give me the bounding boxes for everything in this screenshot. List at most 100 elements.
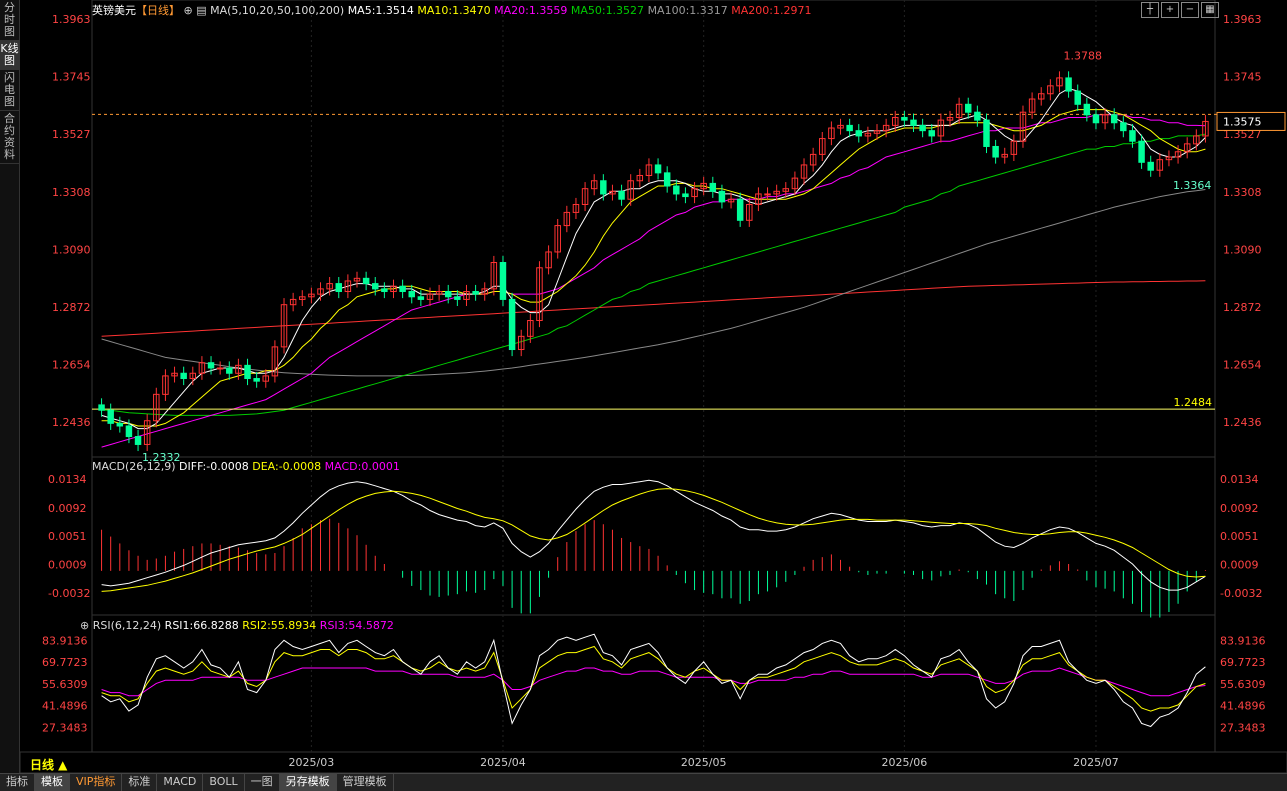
candle-body	[983, 119, 990, 147]
support-hline-label: 1.2484	[1174, 396, 1213, 409]
candle-body	[974, 111, 981, 121]
candle-body	[381, 288, 388, 293]
ma5-value: MA5:1.3514	[347, 4, 414, 17]
candle-body	[1074, 90, 1081, 105]
indicator-icon[interactable]: ▤	[196, 4, 206, 17]
ma10-value: MA10:1.3470	[417, 4, 491, 17]
date-label: 2025/03	[289, 756, 335, 769]
price-tick-left: 1.3090	[52, 243, 91, 256]
macd-tick-right: 0.0051	[1220, 530, 1259, 543]
ma200-line	[101, 280, 1206, 337]
rsi-tick-left: 27.3483	[42, 721, 88, 734]
macd-panel-header: MACD(26,12,9) DIFF:-0.0008 DEA:-0.0008 M…	[92, 460, 400, 473]
candle-body	[472, 291, 479, 295]
bottom-item-macd[interactable]: MACD	[157, 774, 204, 791]
ma20-value: MA20:1.3559	[494, 4, 568, 17]
rsi-tick-left: 55.6309	[42, 678, 88, 691]
price-tick-right: 1.2654	[1223, 358, 1262, 371]
bottom-item-standard[interactable]: 标准	[122, 774, 158, 791]
macd-hist-value: MACD:0.0001	[324, 460, 400, 473]
high-price-annotation: 1.3788	[1063, 49, 1102, 62]
rsi3-value: RSI3:54.5872	[319, 619, 394, 632]
rsi-tick-right: 69.7723	[1220, 656, 1266, 669]
rsi-settings-icon[interactable]: ⊕	[80, 619, 89, 632]
candle-body	[454, 296, 461, 300]
bottom-item-indicator[interactable]: 指标	[0, 774, 35, 791]
price-tick-right: 1.3308	[1223, 186, 1262, 199]
candle-body	[207, 362, 215, 369]
date-label: 2025/07	[1073, 756, 1119, 769]
candle-body	[764, 193, 771, 196]
candle-body	[1138, 140, 1145, 163]
macd-tick-right: 0.0092	[1220, 502, 1259, 515]
rsi2-line	[101, 645, 1206, 712]
candle-body	[1147, 161, 1154, 171]
macd-tick-right: 0.0009	[1220, 559, 1259, 572]
candle-body	[992, 145, 999, 158]
period-tag: 【日线】	[136, 4, 180, 17]
rsi-tick-right: 27.3483	[1220, 721, 1266, 734]
candle-body	[125, 425, 133, 438]
zoom-in-icon[interactable]: +	[1161, 2, 1179, 18]
current-price-label: 1.3575	[1223, 115, 1262, 128]
macd-tick-right: 0.0134	[1220, 473, 1259, 486]
candle-body	[1083, 103, 1091, 116]
price-tick-right: 1.3090	[1223, 243, 1262, 256]
candle-body	[663, 172, 671, 187]
candle-body	[928, 130, 935, 137]
bottom-item-template[interactable]: 模板	[35, 774, 70, 791]
kline-chart-area[interactable]: 1.3963 1.39631.3745 1.37451.3527 1.35271.33…	[0, 0, 1287, 773]
candle-body	[910, 119, 917, 126]
candle-body	[508, 298, 516, 351]
bottom-item-manage-template[interactable]: 管理模板	[337, 774, 394, 791]
grid-icon[interactable]: ▦	[1201, 2, 1219, 18]
candle-body	[618, 190, 625, 200]
bottom-item-one-chart[interactable]: 一图	[245, 774, 280, 791]
bottom-item-vip[interactable]: VIP指标	[70, 774, 123, 791]
candle-body	[682, 193, 689, 198]
rsi-tick-left: 41.4896	[42, 700, 88, 713]
candle-body	[253, 378, 260, 382]
candle-body	[919, 124, 926, 132]
candle-body	[335, 283, 342, 293]
crosshair-icon[interactable]: ┼	[1141, 2, 1159, 18]
candle-body	[372, 283, 379, 290]
date-label: 2025/04	[480, 756, 526, 769]
zoom-out-icon[interactable]: −	[1181, 2, 1199, 18]
candle-body	[216, 367, 224, 370]
candle-body	[116, 422, 124, 427]
rsi-tick-left: 69.7723	[42, 656, 88, 669]
candle-body	[654, 164, 662, 174]
date-label: 2025/05	[681, 756, 727, 769]
bottom-toolbar: 指标 模板 VIP指标 标准 MACD BOLL 一图 另存模板 管理模板	[0, 773, 1287, 791]
ma50-value: MA50:1.3527	[570, 4, 645, 17]
bottom-item-boll[interactable]: BOLL	[203, 774, 245, 791]
price-tick-left: 1.2436	[52, 416, 91, 429]
date-label: 2025/06	[882, 756, 928, 769]
period-button[interactable]: 日线 ▲	[30, 756, 67, 773]
macd-diff: DIFF:-0.0008	[179, 460, 249, 473]
candle-body	[1129, 130, 1136, 142]
macd-dea: DEA:-0.0008	[252, 460, 322, 473]
rsi3-line	[101, 667, 1206, 697]
candle-body	[107, 409, 114, 424]
macd-diff-line	[101, 479, 1206, 591]
settings-icon[interactable]: ⊕	[184, 4, 193, 17]
price-tick-right: 1.3963	[1223, 13, 1262, 26]
candle-body	[180, 372, 187, 380]
rsi-panel-header: ⊕ RSI(6,12,24) RSI1:66.8288 RSI2:55.8934…	[80, 619, 394, 632]
candle-body	[98, 404, 105, 411]
rsi1-value: RSI1:66.8288	[164, 619, 239, 632]
bottom-item-save-template[interactable]: 另存模板	[279, 774, 337, 791]
candle-body	[846, 124, 853, 132]
candle-body	[417, 296, 425, 300]
ma20-line	[101, 114, 1206, 448]
candle-body	[362, 277, 370, 285]
candle-body	[673, 185, 680, 195]
symbol-name: 英镑美元	[92, 4, 136, 17]
macd-tick-left: -0.0032	[48, 587, 90, 600]
candle-body	[709, 182, 717, 192]
rsi2-value: RSI2:55.8934	[242, 619, 317, 632]
candle-body	[134, 436, 142, 445]
ma100-value: MA100:1.3317	[647, 4, 728, 17]
